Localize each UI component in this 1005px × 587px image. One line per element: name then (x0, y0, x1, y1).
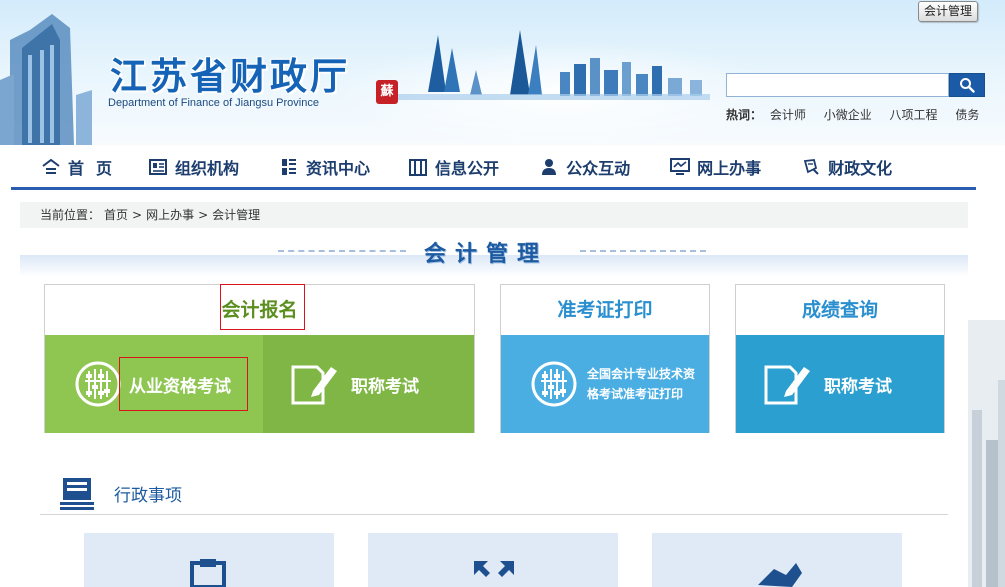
admin-item-tile[interactable] (84, 533, 334, 587)
hot-word-link[interactable]: 债务 (955, 108, 979, 122)
news-icon (279, 157, 299, 177)
nav-label: 组织机构 (175, 158, 240, 178)
main-nav: 首页 组织机构 资讯中心 信息公开 公众互动 网上办事 财政文化 (11, 146, 976, 190)
bird-icon (758, 563, 802, 587)
section-title: 会计管理 (424, 242, 549, 267)
site-title: 江苏省财政厅 (110, 54, 350, 98)
score-query-card-title: 成绩查询 (801, 299, 878, 321)
nav-label: 公众互动 (566, 158, 631, 178)
site-subtitle: Department of Finance of Jiangsu Provinc… (108, 97, 319, 109)
score-query-title-exam-label: 职称考试 (824, 376, 892, 397)
admission-ticket-card-body: 全国会计专业技术资 格考试准考证打印 (501, 335, 709, 433)
section-divider-left (278, 250, 406, 252)
culture-icon (801, 157, 821, 177)
accounting-management-button[interactable]: 会计管理 (918, 1, 978, 22)
jiangsu-seal-logo: 蘇 (376, 80, 398, 104)
columns-icon (408, 157, 428, 177)
breadcrumb-separator: > (198, 208, 209, 222)
admin-section-divider (40, 514, 948, 515)
nav-label: 资讯中心 (306, 158, 371, 178)
nav-label: 信息公开 (435, 158, 500, 178)
abacus-icon (531, 361, 577, 407)
nav-item-culture[interactable]: 财政文化 (801, 147, 892, 187)
nav-item-interaction[interactable]: 公众互动 (539, 147, 630, 187)
site-banner: 江苏省财政厅 Department of Finance of Jiangsu … (0, 0, 1005, 145)
nav-label: 网上办事 (697, 158, 762, 178)
breadcrumb-home-link[interactable]: 首页 (104, 208, 128, 222)
search-button[interactable] (949, 73, 985, 97)
pen-document-icon (291, 365, 337, 405)
background-city-illustration (968, 320, 1005, 587)
monitor-icon (670, 157, 691, 177)
admin-section-title: 行政事项 (114, 486, 182, 506)
search-icon (960, 78, 975, 93)
highlight-box-qualification (119, 357, 248, 411)
clipboard-icon (190, 559, 226, 587)
expand-arrows-icon (474, 561, 514, 577)
admission-ticket-label-line1: 全国会计专业技术资 (587, 367, 696, 381)
breadcrumb-online-service-link[interactable]: 网上办事 (146, 208, 194, 222)
abacus-icon (75, 361, 121, 407)
breadcrumb-prefix: 当前位置： (40, 208, 101, 222)
search-input[interactable] (726, 73, 949, 97)
nav-item-home[interactable]: 首页 (41, 147, 124, 187)
score-query-card-body: 职称考试 (736, 335, 944, 433)
admission-ticket-card-title: 准考证打印 (557, 299, 653, 321)
home-icon (41, 157, 61, 177)
breadcrumb-separator: > (132, 208, 143, 222)
document-stack-icon (60, 478, 94, 510)
section-divider-right (580, 250, 706, 252)
nav-item-news[interactable]: 资讯中心 (279, 147, 370, 187)
registration-card-body: 从业资格考试 职称考试 (45, 335, 474, 433)
admission-ticket-print-tile[interactable]: 全国会计专业技术资 格考试准考证打印 (501, 335, 709, 433)
hot-words-label: 热词： (726, 108, 763, 122)
admin-item-tile[interactable] (368, 533, 618, 587)
admission-ticket-card: 准考证打印 全国会计专业技术资 格考试准考证打印 (500, 284, 710, 433)
title-exam-tile[interactable]: 职称考试 (263, 335, 474, 433)
score-query-title-exam-tile[interactable]: 职称考试 (736, 335, 944, 433)
nav-label: 首页 (68, 158, 125, 178)
hot-word-link[interactable]: 八项工程 (890, 108, 938, 122)
hot-word-link[interactable]: 会计师 (770, 108, 806, 122)
score-query-card: 成绩查询 职称考试 (735, 284, 945, 433)
hot-word-link[interactable]: 小微企业 (824, 108, 872, 122)
id-card-icon (148, 157, 168, 177)
admission-ticket-print-label: 全国会计专业技术资 格考试准考证打印 (587, 364, 695, 404)
admission-ticket-label-line2: 格考试准考证打印 (587, 387, 684, 401)
breadcrumb: 当前位置： 首页 > 网上办事 > 会计管理 (20, 202, 968, 228)
pen-document-icon (764, 365, 810, 405)
admin-item-tile[interactable] (652, 533, 902, 587)
nav-item-organization[interactable]: 组织机构 (148, 147, 239, 187)
breadcrumb-current: 会计管理 (212, 208, 261, 222)
title-exam-label: 职称考试 (351, 376, 419, 397)
highlight-box-registration (220, 284, 305, 330)
nav-item-disclosure[interactable]: 信息公开 (408, 147, 499, 187)
hot-words-bar: 热词： 会计师 小微企业 八项工程 债务 (726, 106, 993, 123)
nav-item-online-service[interactable]: 网上办事 (670, 147, 761, 187)
user-icon (539, 157, 559, 177)
nav-label: 财政文化 (828, 158, 893, 178)
